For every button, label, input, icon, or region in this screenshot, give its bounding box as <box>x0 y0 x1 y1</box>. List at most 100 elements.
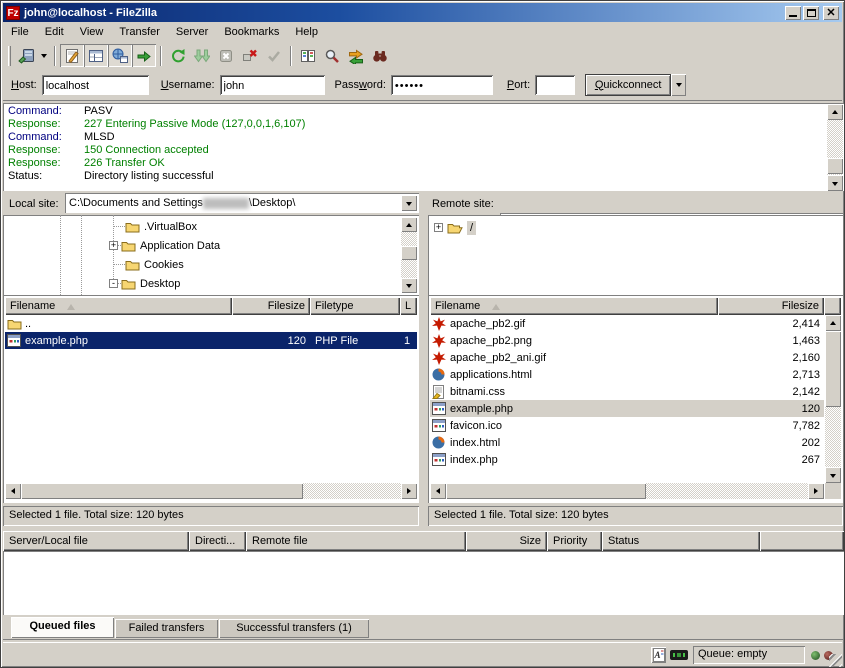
queue-header-size[interactable]: Size <box>466 531 547 551</box>
cancel-icon <box>218 48 234 64</box>
menu-bookmarks[interactable]: Bookmarks <box>216 24 287 40</box>
site-manager-button[interactable] <box>14 44 38 67</box>
remote-row[interactable]: favicon.ico7,782 <box>430 417 824 434</box>
remote-scroll-down[interactable] <box>825 467 841 483</box>
remote-row[interactable]: apache_pb2.png1,463 <box>430 332 824 349</box>
queue-list[interactable] <box>3 551 844 615</box>
tree-item-root[interactable]: + / <box>434 218 476 237</box>
find-files-button[interactable] <box>320 44 344 67</box>
local-scroll-thumb[interactable] <box>21 483 303 499</box>
remote-row[interactable]: applications.html2,713 <box>430 366 824 383</box>
refresh-button[interactable] <box>166 44 190 67</box>
remote-scroll-left[interactable] <box>430 483 446 499</box>
tab-queued-files[interactable]: Queued files <box>11 617 114 638</box>
local-scroll-track[interactable] <box>303 483 401 499</box>
tab-failed-transfers[interactable]: Failed transfers <box>115 619 218 638</box>
search-remote-button[interactable] <box>368 44 392 67</box>
remote-hscroll-thumb[interactable] <box>446 483 646 499</box>
menu-edit[interactable]: Edit <box>37 24 72 40</box>
remote-row[interactable]: index.html202 <box>430 434 824 451</box>
local-header-filename[interactable]: Filename <box>5 297 232 315</box>
transfer-type-indicator[interactable]: A <box>651 647 666 663</box>
toggle-queue-button[interactable] <box>132 44 156 67</box>
disconnect-button[interactable] <box>238 44 262 67</box>
menu-help[interactable]: Help <box>287 24 326 40</box>
menu-transfer[interactable]: Transfer <box>111 24 168 40</box>
toolbar-separator <box>54 46 56 66</box>
log-scroll-down[interactable] <box>827 175 843 191</box>
remote-row[interactable]: bitnami.css2,142 <box>430 383 824 400</box>
log-scroll-up[interactable] <box>827 104 843 120</box>
toggle-remote-tree-button[interactable] <box>108 44 132 67</box>
local-row-example-php[interactable]: example.php 120 PHP File 1 <box>5 332 417 349</box>
password-label: Password: <box>335 79 386 91</box>
remote-scroll-thumb[interactable] <box>825 331 841 407</box>
quickconnect-dropdown[interactable] <box>671 74 686 96</box>
remote-scroll-up[interactable] <box>825 315 841 331</box>
title-bar[interactable]: Fz john@localhost - FileZilla ✕ <box>3 3 842 22</box>
php-file-icon <box>7 334 21 347</box>
menu-file[interactable]: File <box>3 24 37 40</box>
remote-row-selected[interactable]: example.php120 <box>430 400 824 417</box>
local-site-dropdown[interactable] <box>401 195 417 211</box>
remote-header-filesize[interactable]: Filesize <box>718 297 824 315</box>
filter-button[interactable] <box>262 44 286 67</box>
local-tree-scroll-up[interactable] <box>401 217 417 232</box>
tree-item-application-data[interactable]: + Application Data <box>109 236 220 255</box>
remote-scroll-track[interactable] <box>825 407 841 467</box>
local-header-filesize[interactable]: Filesize <box>232 297 310 315</box>
tree-item-cookies[interactable]: Cookies <box>125 255 184 274</box>
remote-header-filename[interactable]: Filename <box>430 297 718 315</box>
tab-successful-transfers[interactable]: Successful transfers (1) <box>219 619 369 638</box>
remote-hscroll-track[interactable] <box>646 483 808 499</box>
php-file-icon <box>432 402 446 415</box>
quickconnect-button[interactable]: Quickconnect <box>585 74 671 96</box>
queue-header-direction[interactable]: Directi... <box>189 531 246 551</box>
maximize-button[interactable] <box>803 6 819 20</box>
local-header-lastmodified[interactable]: L <box>400 297 417 315</box>
remote-row[interactable]: apache_pb2_ani.gif2,160 <box>430 349 824 366</box>
local-header-filetype[interactable]: Filetype <box>310 297 400 315</box>
local-scroll-right[interactable] <box>401 483 417 499</box>
local-scroll-left[interactable] <box>5 483 21 499</box>
resize-grip[interactable] <box>829 654 842 667</box>
toggle-log-button[interactable] <box>60 44 84 67</box>
directory-comparison-button[interactable] <box>296 44 320 67</box>
host-input[interactable] <box>42 75 149 95</box>
log-line: Response:227 Entering Passive Mode (127,… <box>8 118 824 131</box>
local-row-updir[interactable]: .. <box>5 315 417 332</box>
toggle-local-tree-button[interactable] <box>84 44 108 67</box>
process-queue-button[interactable] <box>190 44 214 67</box>
menu-server[interactable]: Server <box>168 24 216 40</box>
remote-scroll-right[interactable] <box>808 483 824 499</box>
expand-icon[interactable]: + <box>109 241 118 250</box>
password-input[interactable] <box>391 75 493 95</box>
minimize-button[interactable] <box>785 6 801 20</box>
scroll-down-icon <box>406 284 412 291</box>
collapse-icon[interactable]: - <box>109 279 118 288</box>
log-line: Command:MLSD <box>8 131 824 144</box>
port-input[interactable] <box>535 75 575 95</box>
expand-icon[interactable]: + <box>434 223 443 232</box>
local-tree-scroll-down[interactable] <box>401 278 417 293</box>
log-scroll-thumb[interactable] <box>827 158 843 174</box>
queue-header-priority[interactable]: Priority <box>547 531 602 551</box>
site-manager-dropdown[interactable] <box>38 44 50 67</box>
queue-header-status[interactable]: Status <box>602 531 760 551</box>
menu-view[interactable]: View <box>72 24 112 40</box>
remote-row[interactable]: apache_pb2.gif2,414 <box>430 315 824 332</box>
cancel-button[interactable] <box>214 44 238 67</box>
filezilla-logo-icon: Fz <box>6 6 20 20</box>
tree-item-virtualbox[interactable]: .VirtualBox <box>125 217 197 236</box>
tree-item-desktop[interactable]: - Desktop <box>109 274 180 293</box>
speed-limit-indicator[interactable] <box>670 650 688 663</box>
close-button[interactable]: ✕ <box>823 6 839 20</box>
queue-header-local-file[interactable]: Server/Local file <box>3 531 189 551</box>
open-folder-icon <box>447 222 463 234</box>
username-input[interactable] <box>220 75 325 95</box>
remote-row[interactable]: index.php267 <box>430 451 824 468</box>
synchronized-browsing-button[interactable] <box>344 44 368 67</box>
local-site-combo[interactable]: C:\Documents and Settings\Desktop\ <box>65 193 419 213</box>
queue-header-remote-file[interactable]: Remote file <box>246 531 466 551</box>
local-tree-scroll-thumb[interactable] <box>401 246 417 260</box>
